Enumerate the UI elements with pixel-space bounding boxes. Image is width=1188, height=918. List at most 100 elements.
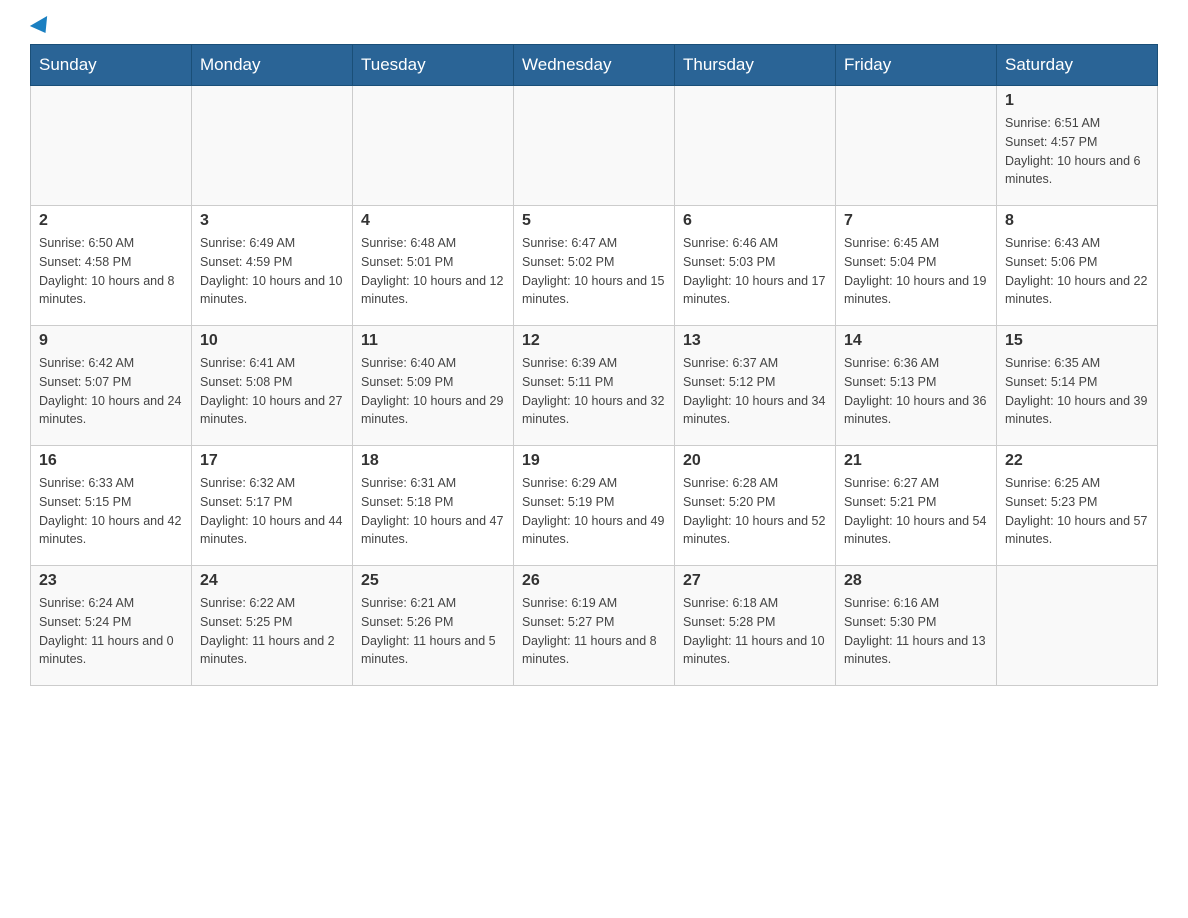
calendar-header-row: SundayMondayTuesdayWednesdayThursdayFrid… — [31, 45, 1158, 86]
day-number: 26 — [522, 572, 666, 590]
day-info: Sunrise: 6:28 AMSunset: 5:20 PMDaylight:… — [683, 474, 827, 549]
calendar-table: SundayMondayTuesdayWednesdayThursdayFrid… — [30, 44, 1158, 686]
day-number: 16 — [39, 452, 183, 470]
calendar-cell: 16 Sunrise: 6:33 AMSunset: 5:15 PMDayligh… — [31, 446, 192, 566]
day-number: 21 — [844, 452, 988, 470]
calendar-week-row: 2 Sunrise: 6:50 AMSunset: 4:58 PMDaylight… — [31, 206, 1158, 326]
day-number: 15 — [1005, 332, 1149, 350]
calendar-cell: 6 Sunrise: 6:46 AMSunset: 5:03 PMDaylight… — [675, 206, 836, 326]
calendar-cell: 5Sunrise: 6:47 AMSunset: 5:02 PMDaylight… — [514, 206, 675, 326]
day-number: 27 — [683, 572, 827, 590]
day-info: Sunrise: 6:18 AMSunset: 5:28 PMDaylight:… — [683, 594, 827, 669]
day-number: 8 — [1005, 212, 1149, 230]
logo-triangle-icon — [30, 16, 54, 38]
day-number: 4 — [361, 212, 505, 230]
calendar-cell: 28 Sunrise: 6:16 AMSunset: 5:30 PMDayligh… — [836, 566, 997, 686]
day-info: Sunrise: 6:25 AMSunset: 5:23 PMDaylight:… — [1005, 474, 1149, 549]
day-number: 24 — [200, 572, 344, 590]
day-number: 14 — [844, 332, 988, 350]
day-number: 22 — [1005, 452, 1149, 470]
day-info: Sunrise: 6:45 AMSunset: 5:04 PMDaylight:… — [844, 234, 988, 309]
day-info: Sunrise: 6:22 AMSunset: 5:25 PMDaylight:… — [200, 594, 344, 669]
day-info: Sunrise: 6:16 AMSunset: 5:30 PMDaylight:… — [844, 594, 988, 669]
day-info: Sunrise: 6:39 AMSunset: 5:11 PMDaylight:… — [522, 354, 666, 429]
calendar-cell: 19Sunrise: 6:29 AMSunset: 5:19 PMDayligh… — [514, 446, 675, 566]
day-number: 1 — [1005, 92, 1149, 110]
calendar-cell: 22 Sunrise: 6:25 AMSunset: 5:23 PMDayligh… — [997, 446, 1158, 566]
logo — [30, 20, 52, 34]
calendar-cell: 23Sunrise: 6:24 AMSunset: 5:24 PMDayligh… — [31, 566, 192, 686]
day-number: 20 — [683, 452, 827, 470]
calendar-cell — [997, 566, 1158, 686]
calendar-day-header: Wednesday — [514, 45, 675, 86]
day-number: 12 — [522, 332, 666, 350]
calendar-cell: 11 Sunrise: 6:40 AMSunset: 5:09 PMDayligh… — [353, 326, 514, 446]
day-number: 9 — [39, 332, 183, 350]
calendar-cell: 10Sunrise: 6:41 AMSunset: 5:08 PMDayligh… — [192, 326, 353, 446]
day-number: 3 — [200, 212, 344, 230]
day-number: 13 — [683, 332, 827, 350]
calendar-cell: 4 Sunrise: 6:48 AMSunset: 5:01 PMDaylight… — [353, 206, 514, 326]
day-info: Sunrise: 6:41 AMSunset: 5:08 PMDaylight:… — [200, 354, 344, 429]
calendar-day-header: Saturday — [997, 45, 1158, 86]
calendar-cell — [192, 86, 353, 206]
day-info: Sunrise: 6:51 AMSunset: 4:57 PMDaylight:… — [1005, 114, 1149, 189]
day-number: 11 — [361, 332, 505, 350]
day-info: Sunrise: 6:29 AMSunset: 5:19 PMDaylight:… — [522, 474, 666, 549]
calendar-cell: 20 Sunrise: 6:28 AMSunset: 5:20 PMDayligh… — [675, 446, 836, 566]
calendar-cell: 3 Sunrise: 6:49 AMSunset: 4:59 PMDaylight… — [192, 206, 353, 326]
calendar-cell: 26 Sunrise: 6:19 AMSunset: 5:27 PMDayligh… — [514, 566, 675, 686]
calendar-cell — [675, 86, 836, 206]
day-info: Sunrise: 6:49 AMSunset: 4:59 PMDaylight:… — [200, 234, 344, 309]
day-info: Sunrise: 6:40 AMSunset: 5:09 PMDaylight:… — [361, 354, 505, 429]
calendar-week-row: 16 Sunrise: 6:33 AMSunset: 5:15 PMDayligh… — [31, 446, 1158, 566]
calendar-cell: 15 Sunrise: 6:35 AMSunset: 5:14 PMDayligh… — [997, 326, 1158, 446]
calendar-cell: 25 Sunrise: 6:21 AMSunset: 5:26 PMDayligh… — [353, 566, 514, 686]
calendar-cell — [31, 86, 192, 206]
day-info: Sunrise: 6:37 AMSunset: 5:12 PMDaylight:… — [683, 354, 827, 429]
day-info: Sunrise: 6:42 AMSunset: 5:07 PMDaylight:… — [39, 354, 183, 429]
calendar-cell: 1 Sunrise: 6:51 AMSunset: 4:57 PMDaylight… — [997, 86, 1158, 206]
calendar-cell: 7 Sunrise: 6:45 AMSunset: 5:04 PMDaylight… — [836, 206, 997, 326]
calendar-cell: 12 Sunrise: 6:39 AMSunset: 5:11 PMDayligh… — [514, 326, 675, 446]
day-number: 7 — [844, 212, 988, 230]
day-info: Sunrise: 6:36 AMSunset: 5:13 PMDaylight:… — [844, 354, 988, 429]
day-info: Sunrise: 6:47 AMSunset: 5:02 PMDaylight:… — [522, 234, 666, 309]
calendar-week-row: 1 Sunrise: 6:51 AMSunset: 4:57 PMDaylight… — [31, 86, 1158, 206]
calendar-cell: 24 Sunrise: 6:22 AMSunset: 5:25 PMDayligh… — [192, 566, 353, 686]
day-info: Sunrise: 6:50 AMSunset: 4:58 PMDaylight:… — [39, 234, 183, 309]
calendar-cell: 13 Sunrise: 6:37 AMSunset: 5:12 PMDayligh… — [675, 326, 836, 446]
day-number: 25 — [361, 572, 505, 590]
day-number: 23 — [39, 572, 183, 590]
day-number: 6 — [683, 212, 827, 230]
day-info: Sunrise: 6:21 AMSunset: 5:26 PMDaylight:… — [361, 594, 505, 669]
day-info: Sunrise: 6:46 AMSunset: 5:03 PMDaylight:… — [683, 234, 827, 309]
page-header — [30, 20, 1158, 34]
day-info: Sunrise: 6:48 AMSunset: 5:01 PMDaylight:… — [361, 234, 505, 309]
calendar-cell: 17 Sunrise: 6:32 AMSunset: 5:17 PMDayligh… — [192, 446, 353, 566]
day-info: Sunrise: 6:43 AMSunset: 5:06 PMDaylight:… — [1005, 234, 1149, 309]
calendar-cell: 9 Sunrise: 6:42 AMSunset: 5:07 PMDaylight… — [31, 326, 192, 446]
day-info: Sunrise: 6:27 AMSunset: 5:21 PMDaylight:… — [844, 474, 988, 549]
calendar-day-header: Sunday — [31, 45, 192, 86]
calendar-cell — [353, 86, 514, 206]
calendar-cell — [514, 86, 675, 206]
calendar-cell: 27 Sunrise: 6:18 AMSunset: 5:28 PMDayligh… — [675, 566, 836, 686]
calendar-day-header: Monday — [192, 45, 353, 86]
day-info: Sunrise: 6:35 AMSunset: 5:14 PMDaylight:… — [1005, 354, 1149, 429]
calendar-cell: 8 Sunrise: 6:43 AMSunset: 5:06 PMDaylight… — [997, 206, 1158, 326]
day-number: 17 — [200, 452, 344, 470]
calendar-day-header: Thursday — [675, 45, 836, 86]
day-info: Sunrise: 6:32 AMSunset: 5:17 PMDaylight:… — [200, 474, 344, 549]
day-number: 2 — [39, 212, 183, 230]
calendar-cell — [836, 86, 997, 206]
day-info: Sunrise: 6:33 AMSunset: 5:15 PMDaylight:… — [39, 474, 183, 549]
calendar-cell: 21 Sunrise: 6:27 AMSunset: 5:21 PMDayligh… — [836, 446, 997, 566]
day-info: Sunrise: 6:31 AMSunset: 5:18 PMDaylight:… — [361, 474, 505, 549]
day-info: Sunrise: 6:19 AMSunset: 5:27 PMDaylight:… — [522, 594, 666, 669]
calendar-day-header: Friday — [836, 45, 997, 86]
day-number: 28 — [844, 572, 988, 590]
calendar-cell: 14 Sunrise: 6:36 AMSunset: 5:13 PMDayligh… — [836, 326, 997, 446]
calendar-week-row: 9 Sunrise: 6:42 AMSunset: 5:07 PMDaylight… — [31, 326, 1158, 446]
calendar-day-header: Tuesday — [353, 45, 514, 86]
